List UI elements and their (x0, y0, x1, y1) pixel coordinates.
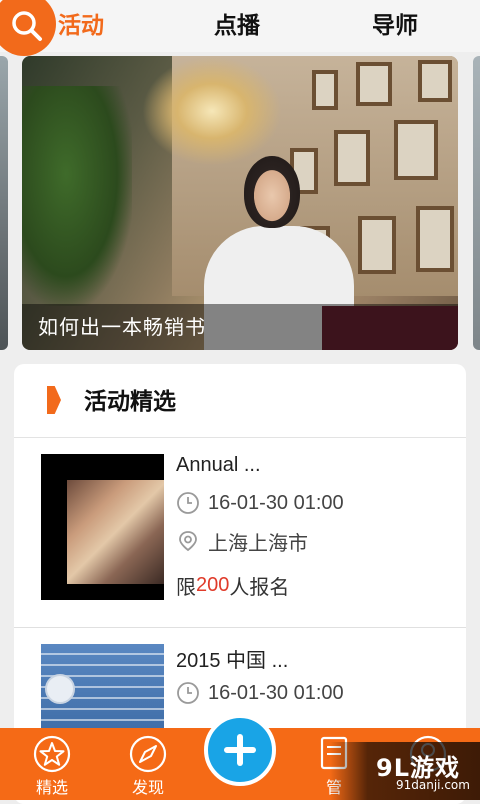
photo-frame (358, 216, 396, 274)
event-time-text: 16-01-30 01:00 (208, 491, 344, 514)
section-marker-icon (47, 386, 61, 414)
banner-caption: 如何出一本畅销书 (22, 304, 458, 350)
event-time: 16-01-30 01:00 (176, 490, 344, 516)
site-watermark: 9L游戏 91danji.com (330, 742, 480, 800)
tab-on-demand[interactable]: 点播 (214, 8, 260, 44)
poster-logo-badge (45, 674, 75, 704)
quota-suffix: 人报名 (229, 576, 290, 599)
nav-discover[interactable]: 发现 (108, 728, 188, 800)
event-time-text: 16-01-30 01:00 (208, 681, 344, 704)
event-time: 16-01-30 01:00 (176, 680, 344, 706)
location-pin-icon (179, 531, 197, 552)
quota-prefix: 限 (176, 576, 196, 599)
event-thumbnail (41, 454, 164, 600)
add-activity-button[interactable] (204, 714, 276, 786)
banner-carousel[interactable]: 如何出一本畅销书 (0, 56, 480, 350)
photo-frame (334, 130, 370, 186)
event-location: 上海上海市 (176, 528, 308, 555)
carousel-next-slide[interactable] (473, 56, 480, 350)
clock-icon (177, 682, 199, 704)
section-title: 活动精选 (84, 389, 176, 415)
tab-mentors[interactable]: 导师 (372, 8, 418, 44)
star-icon (33, 735, 71, 773)
nav-featured[interactable]: 精选 (12, 728, 92, 800)
top-tab-bar: 活动 点播 导师 (0, 0, 480, 56)
compass-icon (129, 735, 167, 773)
plus-icon (224, 734, 256, 766)
search-icon (12, 11, 42, 41)
photo-frame (416, 206, 454, 272)
event-quota: 限 200 人报名 (176, 572, 290, 599)
event-thumbnail-photo (67, 480, 164, 584)
quota-number: 200 (196, 573, 230, 596)
tab-activities[interactable]: 活动 (58, 8, 104, 44)
banner-chandelier (142, 56, 282, 166)
clock-icon (177, 492, 199, 514)
banner-plant (22, 86, 132, 306)
nav-featured-label: 精选 (35, 778, 68, 797)
nav-discover-label: 发现 (131, 778, 164, 797)
event-title: Annual ... (176, 454, 261, 476)
banner-slide[interactable]: 如何出一本畅销书 (22, 56, 458, 350)
photo-frame (312, 70, 338, 110)
event-title: 2015 中国 ... (176, 650, 289, 672)
search-button[interactable] (0, 0, 56, 56)
photo-frame (356, 62, 392, 106)
carousel-prev-slide[interactable] (0, 56, 8, 350)
photo-frame (394, 120, 438, 180)
event-list-item[interactable]: Annual ... 16-01-30 01:00 上海上海市 限 200 人报名 (14, 438, 466, 628)
event-location-text: 上海上海市 (208, 532, 308, 555)
section-header: 活动精选 (14, 364, 466, 438)
watermark-url: 91danji.com (396, 778, 470, 792)
banner-person-head (244, 156, 300, 228)
photo-frame (418, 60, 452, 102)
